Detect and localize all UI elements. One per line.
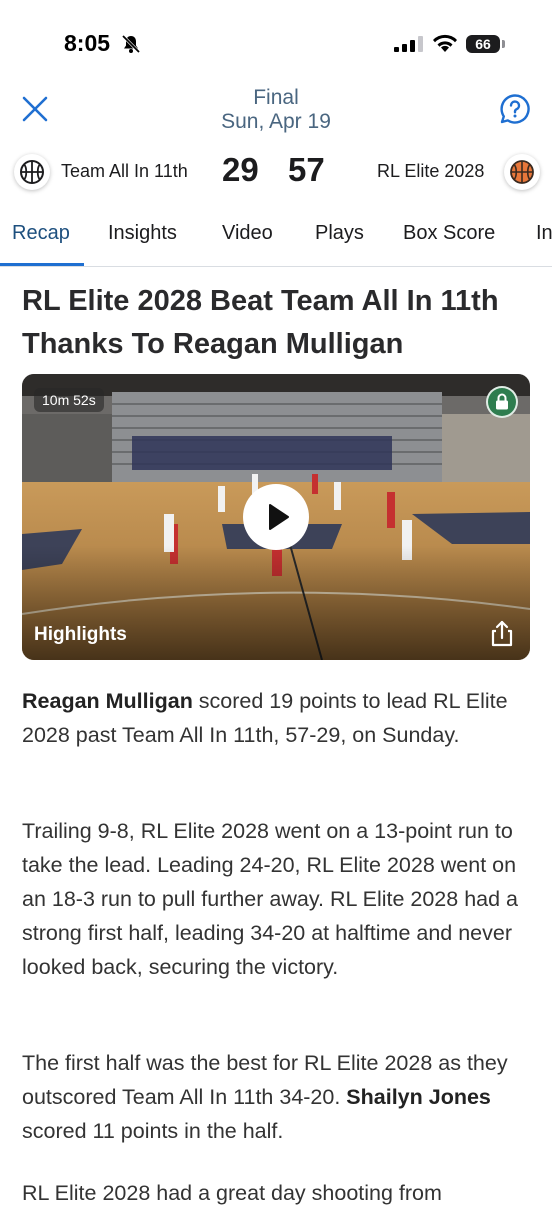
- battery-tip: [502, 40, 505, 48]
- article-headline: RL Elite 2028 Beat Team All In 11th Than…: [22, 285, 499, 360]
- status-time: 8:05: [64, 30, 111, 56]
- share-icon[interactable]: [486, 618, 518, 650]
- tab-bar: Recap Insights Video Plays Box Score In: [0, 218, 552, 267]
- article-paragraph: Reagan Mulligan scored 19 points to lead…: [22, 684, 522, 752]
- close-icon[interactable]: [18, 92, 52, 126]
- tab-insights[interactable]: Insights: [108, 222, 177, 245]
- tab-video[interactable]: Video: [222, 222, 273, 245]
- player-link[interactable]: Shailyn Jones: [346, 1085, 491, 1109]
- game-status: Final: [253, 86, 299, 109]
- lock-icon: [486, 386, 518, 418]
- video-duration: 10m 52s: [34, 388, 104, 412]
- tab-insights-more[interactable]: In: [536, 222, 552, 245]
- play-icon: [269, 504, 289, 530]
- play-button[interactable]: [243, 484, 309, 550]
- basketball-icon: [510, 160, 534, 184]
- silent-bell-icon: [121, 34, 141, 54]
- tab-recap[interactable]: Recap: [12, 222, 70, 245]
- article-paragraph: RL Elite 2028 had a great day shooting f…: [22, 1181, 442, 1205]
- basketball-icon: [20, 160, 44, 184]
- paragraph-text: scored 11 points in the half.: [22, 1119, 284, 1143]
- game-date: Sun, Apr 19: [221, 110, 331, 133]
- player-link[interactable]: Reagan Mulligan: [22, 689, 193, 713]
- home-team-logo[interactable]: [14, 154, 50, 190]
- home-team-name[interactable]: Team All In 11th: [61, 161, 188, 182]
- tab-box-score[interactable]: Box Score: [403, 222, 495, 245]
- away-team-name[interactable]: RL Elite 2028: [377, 161, 484, 182]
- tab-plays[interactable]: Plays: [315, 222, 364, 245]
- help-icon[interactable]: [498, 92, 532, 126]
- cellular-signal-icon: [394, 36, 423, 52]
- home-score: 29: [222, 151, 259, 188]
- highlights-video[interactable]: 10m 52s Highlights: [22, 374, 530, 660]
- active-tab-indicator: [0, 263, 84, 266]
- away-score: 57: [288, 151, 325, 188]
- battery-indicator: 66: [466, 35, 500, 53]
- video-label: Highlights: [34, 624, 127, 645]
- article-paragraph: Trailing 9-8, RL Elite 2028 went on a 13…: [22, 819, 519, 979]
- wifi-icon: [433, 34, 457, 52]
- article-paragraph: The first half was the best for RL Elite…: [22, 1046, 522, 1148]
- away-team-logo[interactable]: [504, 154, 540, 190]
- status-bar: 8:05 66: [0, 0, 552, 80]
